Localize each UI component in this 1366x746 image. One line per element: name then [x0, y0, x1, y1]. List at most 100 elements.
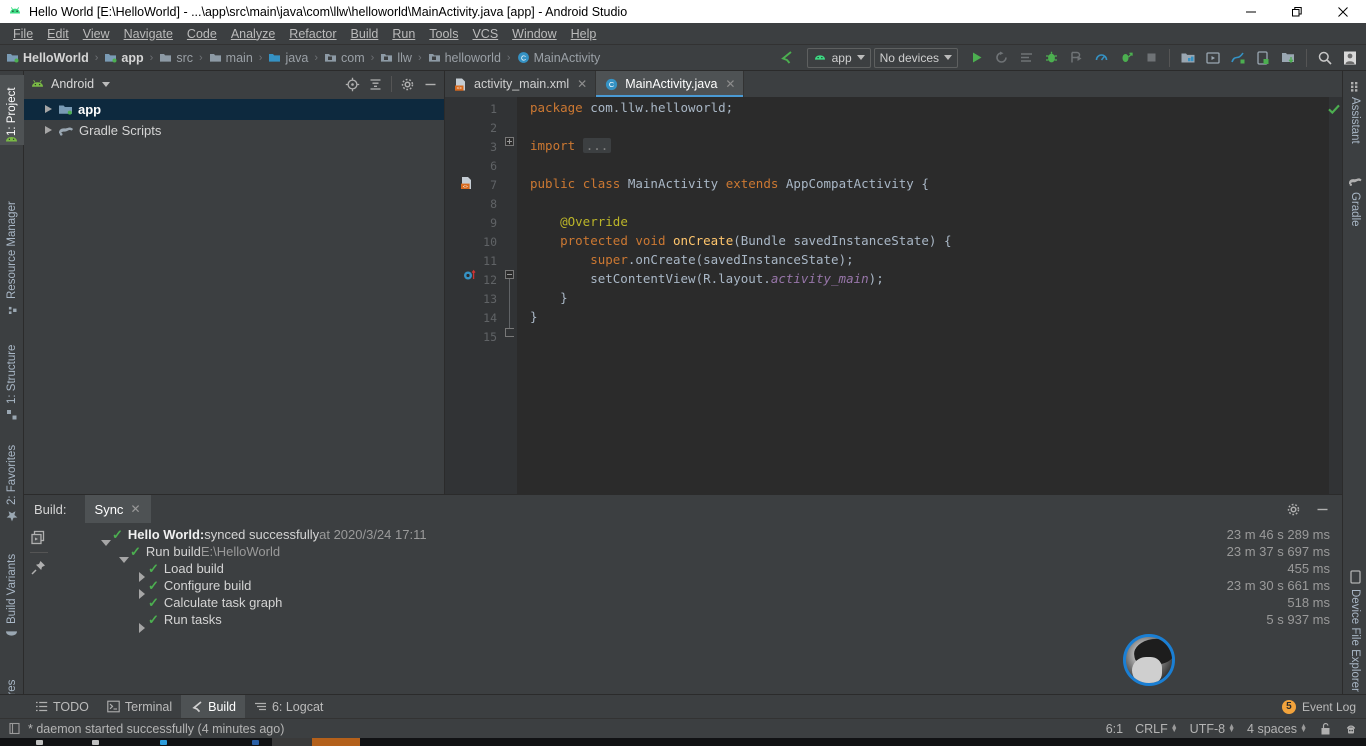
override-method-icon[interactable]	[463, 269, 478, 282]
bottom-tab-build[interactable]: Build	[181, 694, 245, 719]
taskbar-item-2[interactable]	[92, 740, 99, 745]
tab-activity-main-xml[interactable]: <> activity_main.xml ✕	[445, 71, 597, 97]
taskbar-window-1[interactable]	[272, 738, 312, 746]
avd-manager-button[interactable]	[1202, 47, 1224, 69]
breadcrumb-main[interactable]: main	[209, 51, 253, 65]
taskbar-item-3[interactable]	[160, 740, 167, 745]
build-tab-sync[interactable]: Sync ✕	[84, 495, 151, 523]
user-profile-button[interactable]	[1339, 47, 1361, 69]
menu-navigate[interactable]: Navigate	[117, 24, 180, 44]
code-text[interactable]: package com.llw.helloworld; import ... p…	[517, 97, 1318, 494]
stop-button[interactable]	[1140, 47, 1162, 69]
close-button[interactable]	[1320, 0, 1366, 23]
collapse-all-button[interactable]	[368, 77, 383, 92]
close-icon[interactable]: ✕	[577, 77, 587, 91]
bottom-tab-terminal[interactable]: Terminal	[98, 695, 181, 719]
chevron-down-icon[interactable]	[102, 81, 111, 87]
taskbar-item-1[interactable]	[36, 740, 43, 745]
fold-import-toggle[interactable]	[505, 137, 514, 146]
sidebar-item-build-variants[interactable]: Build Variants	[0, 534, 24, 644]
run-configuration-selector[interactable]: app	[806, 47, 871, 68]
sidebar-item-favorites[interactable]: 2: Favorites	[0, 431, 24, 526]
unlocked-icon[interactable]	[1319, 722, 1332, 736]
apply-changes-button[interactable]	[1115, 47, 1137, 69]
menu-refactor[interactable]: Refactor	[282, 24, 343, 44]
sdk-manager-button[interactable]	[1177, 47, 1199, 69]
taskbar-item-4[interactable]	[252, 740, 259, 745]
taskbar-window-active[interactable]	[312, 738, 360, 746]
breadcrumb-java[interactable]: java	[268, 51, 308, 65]
menu-help[interactable]: Help	[564, 24, 604, 44]
build-row-root[interactable]: ✓ Hello World: synced successfully at 20…	[53, 526, 1342, 546]
sidebar-item-assistant[interactable]: Assistant	[1343, 77, 1366, 161]
build-row-configure-build[interactable]: ✓ Configure build 23 m 30 s 661 ms	[53, 577, 1342, 599]
fold-oncreate-end[interactable]	[505, 328, 514, 337]
tree-item-app[interactable]: app	[24, 99, 444, 120]
close-icon[interactable]: ✕	[130, 502, 140, 516]
breadcrumb-helloworld-pkg[interactable]: helloworld	[428, 51, 501, 65]
chevron-right-icon[interactable]	[44, 126, 53, 135]
select-opened-file-button[interactable]	[345, 77, 360, 92]
line-separator-selector[interactable]: CRLF ▲ ▼	[1135, 722, 1178, 736]
menu-code[interactable]: Code	[180, 24, 224, 44]
menu-vcs[interactable]: VCS	[465, 24, 505, 44]
build-row-calculate-task-graph[interactable]: ✓ Calculate task graph 518 ms	[53, 594, 1342, 611]
collapsed-imports[interactable]: ...	[582, 138, 612, 153]
fold-gutter[interactable]	[503, 97, 517, 494]
tab-mainactivity-java[interactable]: C MainActivity.java ✕	[596, 71, 745, 97]
bottom-tab-logcat[interactable]: 6: Logcat	[245, 695, 332, 719]
sidebar-item-resource-manager[interactable]: Resource Manager	[0, 199, 24, 319]
gear-icon[interactable]	[400, 77, 415, 92]
bottom-tab-todo[interactable]: TODO	[26, 695, 98, 719]
indent-selector[interactable]: 4 spaces ▲ ▼	[1247, 722, 1307, 736]
restart-build-button[interactable]	[30, 529, 47, 546]
pin-icon[interactable]	[30, 559, 47, 576]
build-row-run-build[interactable]: ✓ Run build E:\HelloWorld 23 m 37 s 697 …	[53, 543, 1342, 563]
minimize-panel-button[interactable]	[423, 77, 438, 92]
fold-oncreate-toggle[interactable]	[505, 270, 514, 279]
rerun-button[interactable]	[990, 47, 1012, 69]
close-icon[interactable]: ✕	[725, 77, 735, 91]
search-icon[interactable]	[1314, 47, 1336, 69]
device-selector[interactable]: No devices	[873, 47, 958, 68]
menu-edit[interactable]: Edit	[40, 24, 76, 44]
related-layout-icon[interactable]: <>	[459, 176, 474, 191]
debug-button[interactable]	[1040, 47, 1062, 69]
editor-marker-bar[interactable]	[1327, 97, 1342, 494]
attach-debugger-button[interactable]	[1065, 47, 1087, 69]
menu-window[interactable]: Window	[505, 24, 563, 44]
inspection-status-icon[interactable]	[1327, 102, 1341, 116]
sync-gradle-button[interactable]	[776, 47, 798, 69]
sidebar-item-structure[interactable]: 1: Structure	[0, 326, 24, 424]
encoding-selector[interactable]: UTF-8 ▲ ▼	[1190, 722, 1235, 736]
inspector-hat-icon[interactable]	[1344, 722, 1358, 736]
device-manager-button[interactable]	[1252, 47, 1274, 69]
menu-run[interactable]: Run	[385, 24, 422, 44]
build-row-run-tasks[interactable]: ✓ Run tasks 5 s 937 ms	[53, 611, 1342, 633]
menu-file[interactable]: File	[6, 24, 40, 44]
chevron-right-icon[interactable]	[44, 105, 53, 114]
breadcrumb-app[interactable]: app	[104, 51, 144, 65]
menu-view[interactable]: View	[76, 24, 117, 44]
event-log-label[interactable]: Event Log	[1302, 700, 1356, 714]
breadcrumb-helloworld[interactable]: HelloWorld	[6, 51, 89, 65]
menu-build[interactable]: Build	[344, 24, 386, 44]
run-button[interactable]	[965, 47, 987, 69]
breadcrumb-src[interactable]: src	[159, 51, 193, 65]
breadcrumb-mainactivity[interactable]: C MainActivity	[517, 51, 600, 65]
tree-item-gradle-scripts[interactable]: Gradle Scripts	[24, 120, 444, 141]
menu-analyze[interactable]: Analyze	[224, 24, 282, 44]
run-with-coverage-button[interactable]	[1015, 47, 1037, 69]
maximize-button[interactable]	[1274, 0, 1320, 23]
minimize-build-panel-button[interactable]	[1315, 502, 1330, 517]
sync-project-button[interactable]	[1277, 47, 1299, 69]
menu-tools[interactable]: Tools	[422, 24, 465, 44]
code-editor[interactable]: 1 2 3 6 7 8 9 10 11 12 13 14 15 <> packa…	[445, 97, 1342, 494]
build-row-load-build[interactable]: ✓ Load build 455 ms	[53, 560, 1342, 582]
layout-inspector-button[interactable]	[1227, 47, 1249, 69]
gear-icon[interactable]	[1286, 502, 1301, 517]
breadcrumb-llw[interactable]: llw	[380, 51, 412, 65]
caret-position[interactable]: 6:1	[1106, 722, 1123, 736]
profiler-button[interactable]	[1090, 47, 1112, 69]
breadcrumb-com[interactable]: com	[324, 51, 365, 65]
